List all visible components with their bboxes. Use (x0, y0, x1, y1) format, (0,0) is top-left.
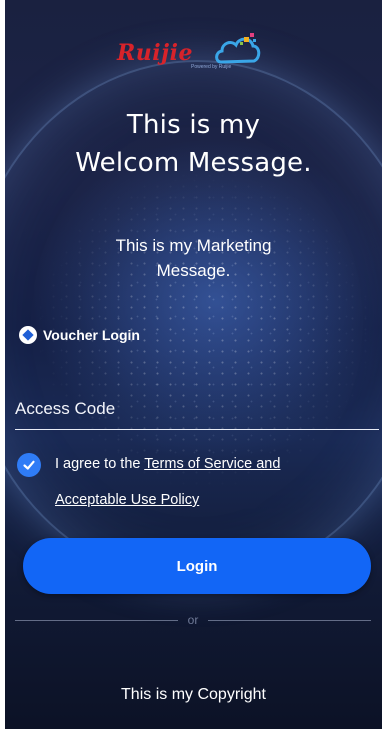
divider-line-left (15, 619, 178, 621)
agree-text-line-2: Acceptable Use Policy (55, 492, 199, 508)
login-button[interactable]: Login (23, 538, 371, 594)
agree-text-line-1: I agree to the Terms of Service and (55, 456, 280, 472)
logo-wordmark: Ruijie (117, 40, 193, 66)
marketing-line-1: This is my Marketing (115, 236, 272, 255)
marketing-line-2: Message. (156, 261, 231, 280)
copyright-text: This is my Copyright (121, 686, 266, 703)
portal-page: Ruijie Powered by Ruijie This is my Welc… (5, 0, 382, 729)
voucher-icon (19, 326, 37, 344)
cloud-logo-icon (215, 33, 261, 64)
or-divider: or (15, 612, 372, 628)
access-code-input[interactable] (15, 389, 379, 430)
voucher-login-tab[interactable]: Voucher Login (19, 326, 140, 344)
divider-line-right (208, 619, 372, 621)
brand-logo: Ruijie Powered by Ruijie (117, 26, 267, 74)
agree-prefix: I agree to the (55, 456, 145, 472)
agree-checkbox[interactable] (17, 453, 41, 477)
welcome-message: This is my Welcom Message. (5, 106, 382, 182)
check-icon (23, 460, 35, 470)
voucher-login-label: Voucher Login (43, 327, 140, 343)
terms-of-service-link[interactable]: Terms of Service and (144, 456, 280, 472)
marketing-message: This is my Marketing Message. (5, 233, 382, 283)
or-label: or (187, 613, 199, 627)
welcome-line-2: Welcom Message. (75, 148, 312, 178)
acceptable-use-policy-link[interactable]: Acceptable Use Policy (55, 492, 199, 508)
welcome-line-1: This is my (126, 110, 261, 140)
